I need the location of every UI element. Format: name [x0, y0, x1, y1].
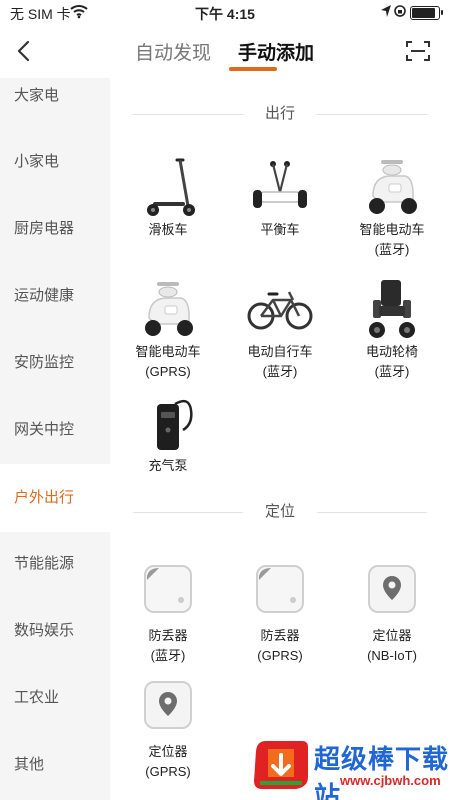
device-name: 滑板车 — [148, 222, 188, 237]
device-item-electric-bicycle[interactable]: 电动自行车 (蓝牙) — [230, 276, 330, 382]
device-item-tracker-gprs[interactable]: 防丢器 (GPRS) — [230, 560, 330, 666]
device-item-air-pump[interactable]: 充气泵 — [118, 390, 218, 476]
sidebar-item-sports-health[interactable]: 运动健康 — [0, 278, 110, 338]
rotation-lock-icon — [394, 4, 406, 21]
sidebar-item-small-appliances[interactable]: 小家电 — [0, 144, 110, 204]
section-header-location: 定位 — [133, 502, 427, 522]
device-name: 定位器 — [148, 744, 188, 759]
device-name: 电动自行车 — [247, 344, 313, 359]
status-bar: 无 SIM 卡 下午 4:15 — [0, 0, 450, 26]
air-pump-icon — [133, 390, 203, 456]
device-name: 平衡车 — [260, 222, 300, 237]
sidebar-item-security[interactable]: 安防监控 — [0, 345, 110, 405]
scooter-icon — [133, 154, 203, 220]
sidebar-item-digital[interactable]: 数码娱乐 — [0, 613, 110, 673]
tracker-tag-icon — [245, 560, 315, 626]
sidebar-item-gateway[interactable]: 网关中控 — [0, 412, 110, 472]
nav-header: 自动发现 手动添加 — [0, 26, 450, 76]
device-protocol: (GPRS) — [257, 648, 303, 663]
divider — [317, 512, 427, 513]
device-protocol: (NB-IoT) — [367, 648, 417, 663]
sidebar-item-outdoor[interactable]: 户外出行 — [0, 464, 110, 532]
device-protocol: (蓝牙) — [262, 364, 298, 379]
wheelchair-icon — [357, 276, 427, 342]
device-item-e-bike-gprs[interactable]: 智能电动车 (GPRS) — [118, 276, 218, 382]
device-protocol: (蓝牙) — [374, 242, 410, 257]
location-arrow-icon — [380, 4, 392, 21]
watermark-url: www.cjbwh.com — [340, 773, 441, 788]
divider — [317, 114, 427, 115]
sidebar-item-industry-agri[interactable]: 工农业 — [0, 680, 110, 740]
device-protocol: (GPRS) — [145, 764, 191, 779]
tracker-tag-icon — [133, 560, 203, 626]
watermark-title: 超级棒下载站 — [314, 744, 450, 800]
device-name: 防丢器 — [148, 628, 188, 643]
device-protocol: (蓝牙) — [150, 648, 186, 663]
location-pin-icon — [357, 560, 427, 626]
divider — [133, 114, 243, 115]
divider — [133, 512, 243, 513]
device-protocol: (GPRS) — [145, 364, 191, 379]
device-name: 充气泵 — [148, 458, 188, 473]
e-bike-icon — [133, 276, 203, 342]
battery-icon — [410, 6, 443, 20]
sidebar-item-other[interactable]: 其他 — [0, 747, 110, 800]
tab-indicator — [229, 67, 277, 71]
device-protocol: (蓝牙) — [374, 364, 410, 379]
section-title: 定位 — [264, 503, 295, 520]
sidebar-item-large-appliances[interactable]: 大家电 — [0, 78, 110, 138]
device-name: 电动轮椅 — [365, 344, 418, 359]
sidebar-item-energy[interactable]: 节能能源 — [0, 546, 110, 606]
device-name: 智能电动车 — [359, 222, 425, 237]
device-name: 定位器 — [372, 628, 412, 643]
device-item-scooter[interactable]: 滑板车 — [118, 154, 218, 240]
e-bike-icon — [357, 154, 427, 220]
bicycle-icon — [245, 276, 315, 342]
watermark: 超级棒下载站 www.cjbwh.com — [248, 731, 450, 800]
device-item-balance-scooter[interactable]: 平衡车 — [230, 154, 330, 240]
battery-level — [412, 8, 435, 18]
device-list: 出行 滑板车 平衡车 智能电动车 (蓝牙) 智能电动车 (GPRS) 电动自行车… — [110, 78, 450, 800]
tab-manual-add[interactable]: 手动添加 — [238, 38, 314, 65]
category-sidebar: 大家电 小家电 厨房电器 运动健康 安防监控 网关中控 户外出行 节能能源 数码… — [0, 78, 110, 800]
device-item-locator-gprs[interactable]: 定位器 (GPRS) — [118, 676, 218, 782]
back-button[interactable] — [14, 38, 34, 64]
device-item-tracker-bluetooth[interactable]: 防丢器 (蓝牙) — [118, 560, 218, 666]
watermark-logo-icon — [252, 737, 310, 793]
tab-auto-discover[interactable]: 自动发现 — [135, 38, 211, 65]
sidebar-item-kitchen[interactable]: 厨房电器 — [0, 211, 110, 271]
device-name: 智能电动车 — [135, 344, 201, 359]
device-item-wheelchair[interactable]: 电动轮椅 (蓝牙) — [342, 276, 442, 382]
device-name: 防丢器 — [260, 628, 300, 643]
location-pin-icon — [133, 676, 203, 742]
section-title: 出行 — [264, 105, 295, 122]
device-item-locator-nb-iot[interactable]: 定位器 (NB-IoT) — [342, 560, 442, 666]
scan-qr-icon[interactable] — [406, 40, 430, 62]
section-header-travel: 出行 — [133, 104, 427, 124]
balance-scooter-icon — [245, 154, 315, 220]
device-item-e-bike-bluetooth[interactable]: 智能电动车 (蓝牙) — [342, 154, 442, 260]
